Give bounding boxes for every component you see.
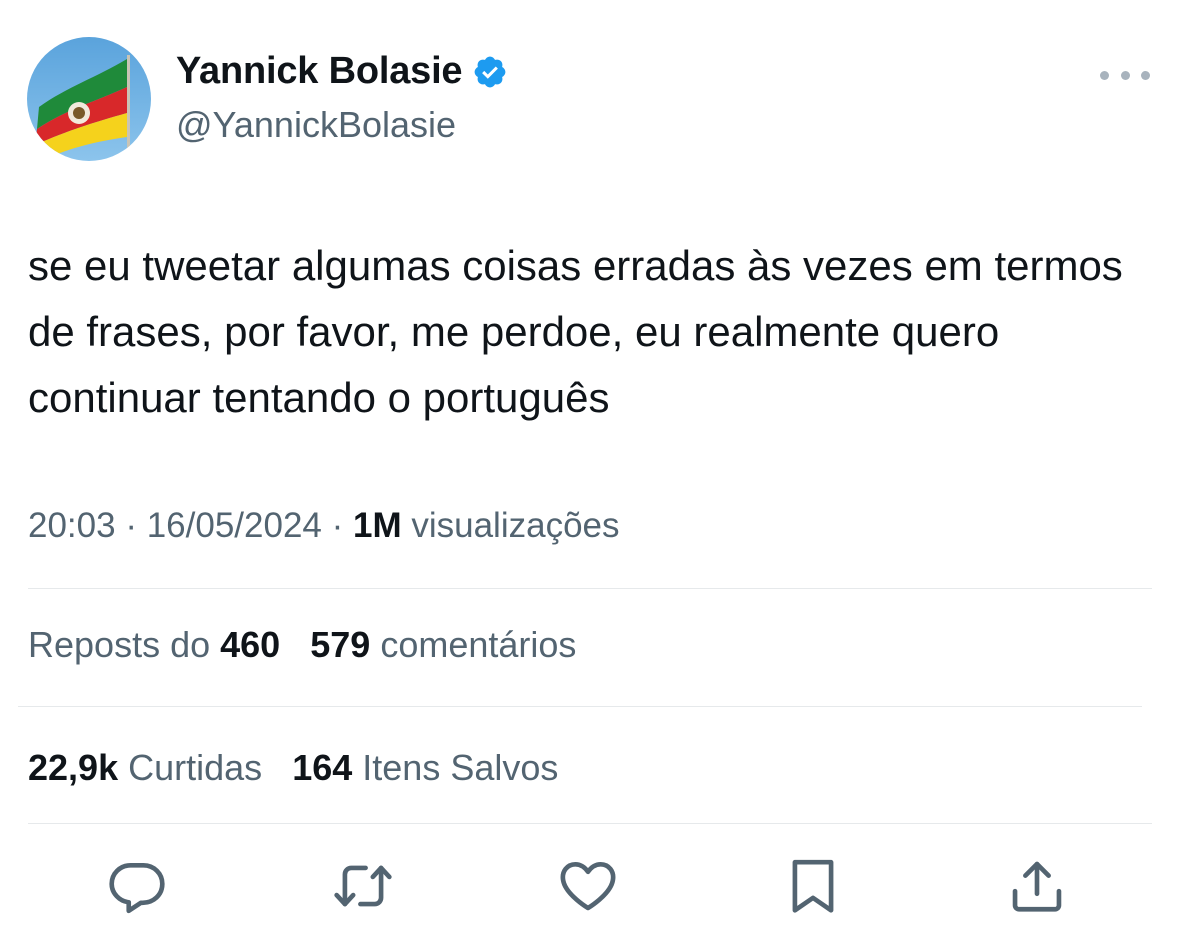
bookmark-button[interactable] — [782, 855, 844, 917]
likes-stat[interactable]: 22,9k Curtidas — [28, 747, 262, 788]
heart-icon — [560, 861, 616, 911]
share-button[interactable] — [1006, 855, 1068, 917]
views-count: 1M — [352, 506, 402, 545]
author-handle[interactable]: @YannickBolasie — [176, 104, 456, 146]
saves-label: Itens Salvos — [362, 747, 559, 788]
dot — [1141, 70, 1150, 80]
tweet-text: se eu tweetar algumas coisas erradas às … — [28, 242, 1123, 421]
repost-icon — [334, 865, 392, 907]
author-name[interactable]: Yannick Bolasie — [176, 50, 463, 93]
dot — [1100, 70, 1109, 80]
tweet-meta: 20:03 · 16/05/2024 · 1M visualizações — [28, 506, 620, 546]
likes-label: Curtidas — [128, 747, 263, 788]
reposts-label: Reposts do — [28, 624, 211, 665]
share-icon — [1012, 861, 1062, 912]
comments-stat[interactable]: 579 comentários — [310, 624, 576, 665]
avatar[interactable] — [27, 37, 151, 161]
comments-count: 579 — [310, 624, 371, 665]
meta-separator: · — [115, 506, 147, 545]
divider — [28, 823, 1152, 824]
reposts-count: 460 — [220, 624, 281, 665]
divider — [18, 706, 1142, 707]
more-options-icon[interactable] — [1100, 62, 1150, 88]
like-button[interactable] — [557, 855, 619, 917]
meta-separator: · — [321, 506, 353, 545]
divider — [28, 588, 1152, 589]
comments-label: comentários — [380, 624, 577, 665]
tweet-date[interactable]: 16/05/2024 — [147, 506, 322, 545]
bookmark-icon — [792, 859, 834, 913]
saves-count: 164 — [292, 747, 353, 788]
likes-count: 22,9k — [28, 747, 119, 788]
flag-avatar-image — [27, 37, 151, 161]
reposts-stat[interactable]: Reposts do 460 — [28, 624, 280, 665]
dot — [1120, 70, 1130, 80]
reposts-comments-row: Reposts do 460 579 comentários — [28, 624, 576, 666]
reply-button[interactable] — [106, 855, 168, 917]
author-name-row[interactable]: Yannick Bolasie — [176, 50, 508, 93]
likes-saves-row: 22,9k Curtidas 164 Itens Salvos — [28, 747, 558, 789]
tweet-time[interactable]: 20:03 — [28, 506, 116, 545]
views-label: visualizações — [411, 506, 620, 545]
verified-badge-icon — [472, 54, 508, 90]
comment-icon — [109, 863, 165, 914]
saves-stat[interactable]: 164 Itens Salvos — [292, 747, 558, 788]
repost-button[interactable] — [332, 855, 394, 917]
